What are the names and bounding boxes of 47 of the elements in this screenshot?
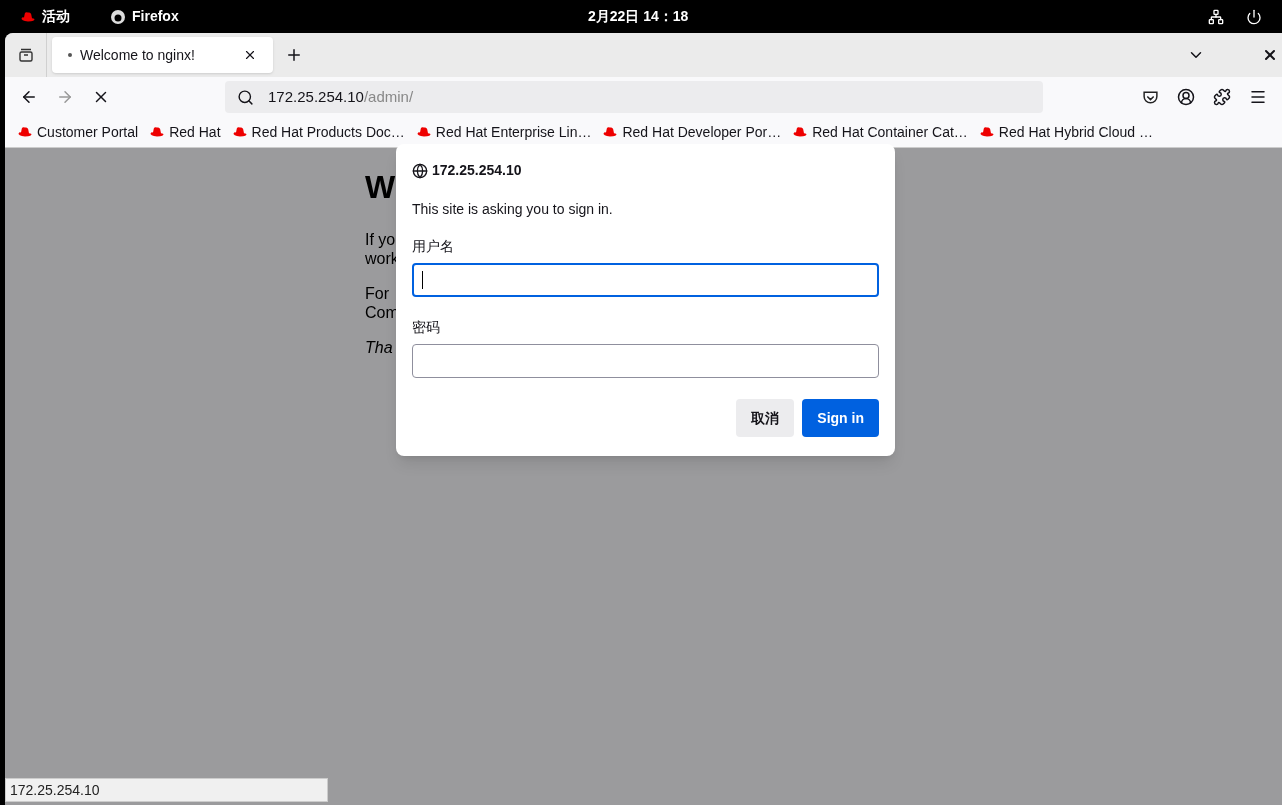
input-field[interactable]	[412, 344, 879, 378]
hat-icon	[231, 126, 248, 138]
globe-icon	[412, 162, 428, 179]
tab-list-icon[interactable]	[17, 47, 34, 63]
browser-tab[interactable]: Welcome to nginx!	[52, 37, 273, 73]
firefox-icon	[110, 8, 126, 25]
bookmark-item[interactable]: Red Hat Hybrid Cloud …	[978, 121, 1153, 143]
bookmark-item[interactable]: Customer Portal	[17, 121, 139, 143]
pocket-icon[interactable]	[1142, 88, 1159, 106]
page-heading: W	[365, 168, 396, 206]
hat-icon	[792, 126, 809, 138]
url-text: 172.25.254.10/admin/	[268, 86, 414, 107]
bookmark-item[interactable]: Red Hat Enterprise Lin…	[415, 121, 592, 143]
sign-in-button[interactable]: Sign in	[802, 399, 879, 437]
close-window-icon[interactable]	[1262, 47, 1278, 63]
network-icon[interactable]	[1208, 8, 1224, 25]
field-label: 用户名	[412, 237, 454, 256]
power-icon[interactable]	[1246, 8, 1262, 25]
field-label: 密码	[412, 318, 440, 337]
hat-icon	[149, 126, 166, 138]
bookmark-item[interactable]: Red Hat Products Doc…	[231, 121, 405, 143]
page-paragraph: Tha	[365, 338, 393, 357]
hat-icon	[415, 126, 432, 138]
bookmark-item[interactable]: Red Hat Developer Por…	[602, 121, 782, 143]
close-tab-icon[interactable]	[243, 48, 257, 62]
dialog-message: This site is asking you to sign in.	[412, 200, 614, 219]
hat-icon	[978, 126, 995, 138]
new-tab-icon[interactable]	[285, 46, 303, 64]
forward-icon[interactable]	[56, 88, 74, 106]
back-icon[interactable]	[20, 88, 38, 106]
status-bar: 172.25.254.10	[5, 778, 328, 802]
bookmark-item[interactable]: Red Hat	[149, 121, 221, 143]
activities-button[interactable]: 活动	[42, 6, 70, 27]
hat-icon	[602, 126, 619, 138]
app-menu[interactable]: Firefox	[132, 6, 179, 27]
address-bar[interactable]: 172.25.254.10/admin/	[225, 81, 1043, 113]
dialog-site: 172.25.254.10	[432, 161, 522, 180]
clock[interactable]: 2月22日 14：18	[588, 6, 689, 27]
account-icon[interactable]	[1177, 88, 1195, 106]
hat-icon	[20, 10, 36, 23]
extensions-icon[interactable]	[1213, 88, 1231, 106]
cancel-button[interactable]: 取消	[736, 399, 795, 437]
hat-icon	[17, 126, 33, 138]
menu-icon[interactable]	[1249, 88, 1267, 106]
input-field[interactable]	[412, 263, 879, 297]
search-icon	[237, 88, 254, 106]
bookmark-item[interactable]: Red Hat Container Cat…	[792, 121, 968, 143]
